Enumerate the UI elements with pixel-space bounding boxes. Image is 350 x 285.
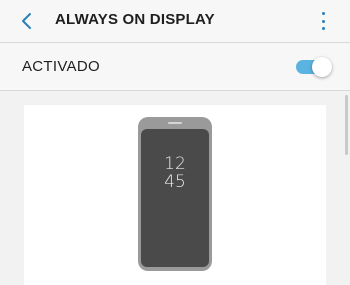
clock-minute: 45 bbox=[164, 172, 186, 192]
phone-speaker bbox=[168, 122, 182, 124]
more-vertical-icon bbox=[321, 12, 325, 15]
more-options-button[interactable] bbox=[318, 10, 328, 32]
chevron-left-icon bbox=[22, 13, 31, 29]
page-title: ALWAYS ON DISPLAY bbox=[55, 11, 215, 28]
clock-hour: 12 bbox=[164, 154, 186, 174]
preview-card: 12 45 bbox=[24, 105, 326, 285]
phone-screen: 12 45 bbox=[141, 129, 209, 267]
master-switch-toggle[interactable] bbox=[296, 57, 332, 77]
settings-screen: ALWAYS ON DISPLAY ACTIVADO 12 45 bbox=[0, 0, 350, 285]
app-bar: ALWAYS ON DISPLAY bbox=[0, 0, 350, 43]
switch-knob bbox=[312, 57, 332, 77]
content-area: 12 45 bbox=[0, 91, 350, 285]
preview-clock: 12 45 bbox=[141, 155, 209, 191]
back-button[interactable] bbox=[14, 8, 40, 34]
phone-preview: 12 45 bbox=[138, 117, 212, 271]
master-switch-row[interactable]: ACTIVADO bbox=[0, 43, 350, 91]
scrollbar[interactable] bbox=[345, 95, 348, 155]
master-switch-label: ACTIVADO bbox=[22, 58, 100, 75]
